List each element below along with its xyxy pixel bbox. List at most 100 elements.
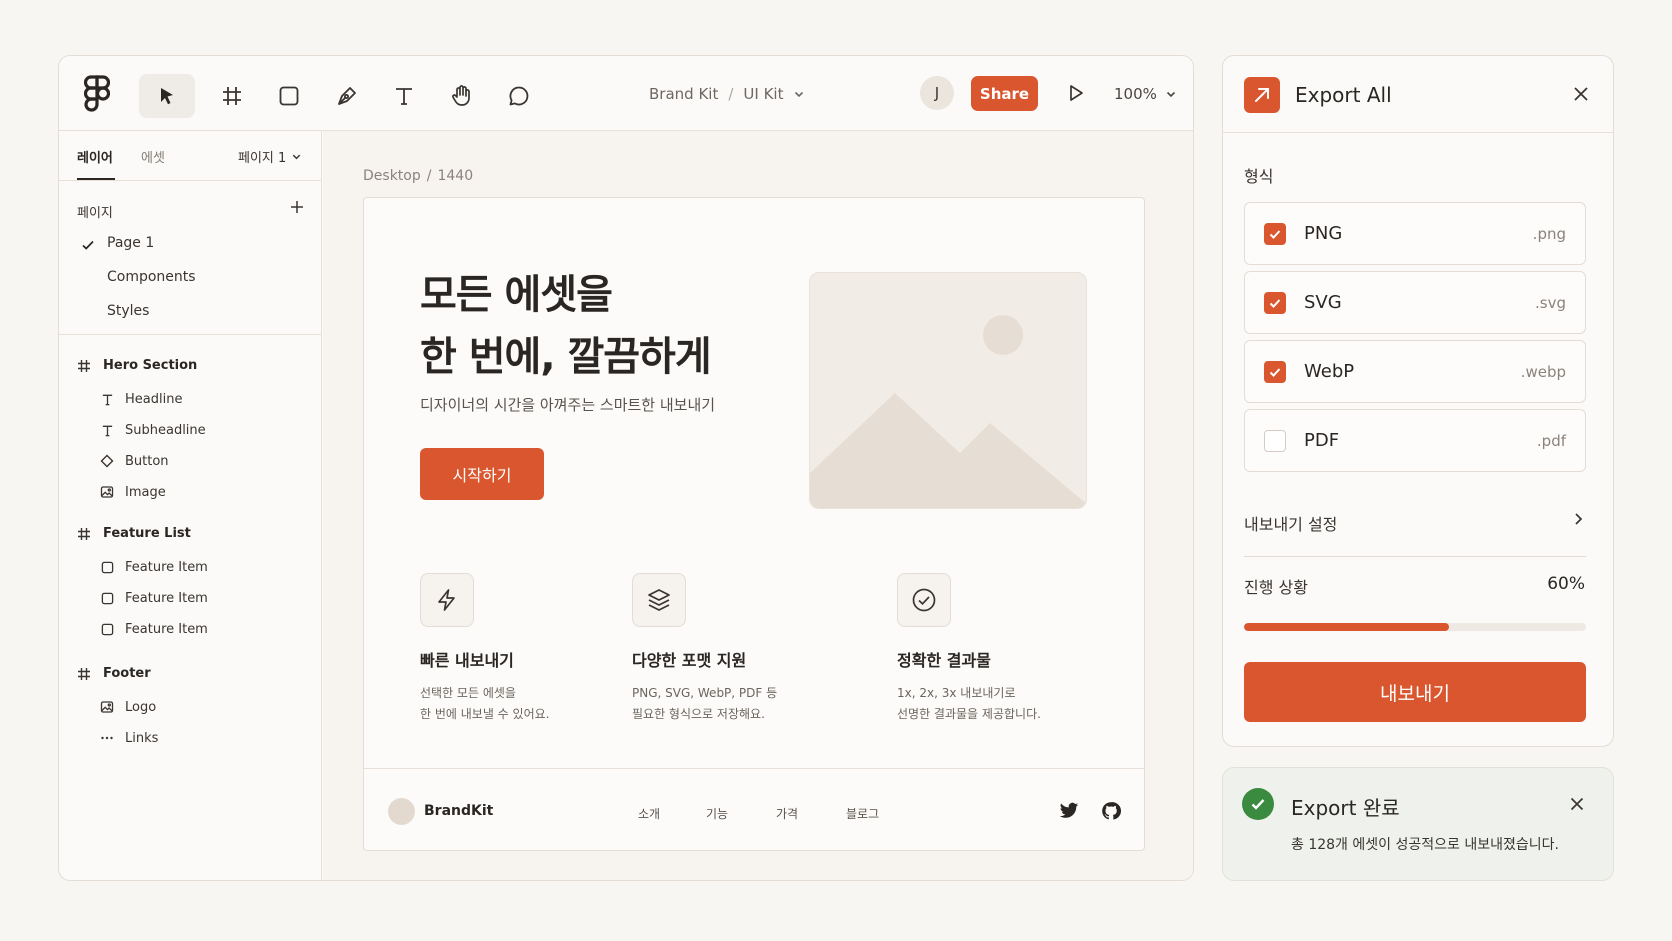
twitter-icon[interactable]	[1059, 802, 1079, 820]
layer-item-label: Feature Item	[125, 621, 208, 637]
checkbox-checked[interactable]	[1264, 292, 1286, 314]
layer-item[interactable]: Feature Item	[99, 559, 208, 575]
text-icon	[99, 422, 115, 438]
breadcrumb-file[interactable]: UI Kit	[743, 85, 783, 103]
feature-description-line: 1x, 2x, 3x 내보내기로	[897, 686, 1016, 700]
format-name: WebP	[1304, 361, 1355, 382]
layer-group-hero-section[interactable]: Hero Section	[77, 358, 197, 373]
frame-icon	[77, 667, 91, 681]
format-option-webp[interactable]: WebP .webp	[1244, 340, 1586, 403]
pages-title: 페이지	[77, 206, 113, 221]
lightning-icon	[420, 573, 474, 627]
text-tool-button[interactable]	[376, 74, 432, 118]
feature-item[interactable]: 정확한 결과물 1x, 2x, 3x 내보내기로 선명한 결과물을 제공합니다.	[897, 573, 1127, 725]
figma-logo-icon[interactable]	[77, 74, 117, 114]
chevron-right-icon	[1570, 511, 1586, 527]
plus-icon[interactable]	[289, 199, 305, 215]
export-settings-row[interactable]: 내보내기 설정	[1244, 511, 1586, 535]
play-icon	[1066, 83, 1086, 103]
layer-item[interactable]: Feature Item	[99, 590, 208, 606]
layer-item-label: Feature Item	[125, 590, 208, 606]
avatar[interactable]: J	[920, 76, 954, 110]
format-option-pdf[interactable]: PDF .pdf	[1244, 409, 1586, 472]
desktop-frame[interactable]: 모든 에셋을 한 번에, 깔끔하게 디자이너의 시간을 아껴주는 스마트한 내보…	[363, 197, 1145, 851]
layer-group-label: Footer	[103, 666, 151, 681]
comment-tool-button[interactable]	[491, 74, 547, 118]
feature-description: 선택한 모든 에셋을 한 번에 내보낼 수 있어요.	[420, 683, 650, 725]
pen-tool-button[interactable]	[319, 74, 375, 118]
frame-icon	[77, 527, 91, 541]
progress-bar-fill	[1244, 623, 1450, 631]
format-option-png[interactable]: PNG .png	[1244, 202, 1586, 265]
canvas[interactable]: Desktop / 1440 모든 에셋을 한 번에, 깔끔하게 디자이너의 시…	[323, 131, 1193, 880]
zoom-dropdown[interactable]: 100%	[1114, 82, 1177, 106]
hand-tool-button[interactable]	[434, 74, 490, 118]
layers-icon	[632, 573, 686, 627]
frame-label-size: 1440	[437, 168, 474, 184]
rectangle-icon	[99, 621, 115, 637]
rectangle-icon	[99, 559, 115, 575]
feature-item[interactable]: 빠른 내보내기 선택한 모든 에셋을 한 번에 내보낼 수 있어요.	[420, 573, 650, 725]
hero-subheadline[interactable]: 디자이너의 시간을 아껴주는 스마트한 내보내기	[420, 394, 715, 415]
layer-item[interactable]: Logo	[99, 699, 156, 715]
layer-item[interactable]: Feature Item	[99, 621, 208, 637]
site-footer[interactable]: BrandKit 소개 기능 가격 블로그	[364, 768, 1144, 850]
checkbox-unchecked[interactable]	[1264, 430, 1286, 452]
close-icon[interactable]	[1571, 84, 1591, 104]
footer-link[interactable]: 소개	[638, 805, 660, 822]
page-item[interactable]: Page 1	[107, 235, 154, 251]
layer-item[interactable]: Headline	[99, 391, 182, 407]
layer-item[interactable]: Button	[99, 453, 169, 469]
layer-item[interactable]: Links	[99, 730, 158, 746]
page-selector[interactable]: 페이지 1	[238, 147, 302, 166]
checkbox-checked[interactable]	[1264, 361, 1286, 383]
checkbox-checked[interactable]	[1264, 223, 1286, 245]
layer-item-label: Button	[125, 453, 169, 469]
github-icon[interactable]	[1101, 801, 1121, 821]
footer-link[interactable]: 블로그	[846, 805, 879, 822]
move-tool-button[interactable]	[139, 74, 195, 118]
hero-headline[interactable]: 모든 에셋을 한 번에, 깔끔하게	[420, 264, 712, 388]
rectangle-tool-button[interactable]	[261, 74, 317, 118]
footer-link[interactable]: 기능	[706, 805, 728, 822]
format-option-svg[interactable]: SVG .svg	[1244, 271, 1586, 334]
rectangle-icon	[99, 590, 115, 606]
layer-group-footer[interactable]: Footer	[77, 666, 151, 681]
close-icon[interactable]	[1568, 795, 1586, 813]
cta-button[interactable]: 시작하기	[420, 448, 544, 500]
rectangle-icon	[277, 84, 301, 108]
feature-title: 정확한 결과물	[897, 651, 991, 670]
page-selector-label: 페이지 1	[238, 151, 287, 166]
page-item[interactable]: Styles	[107, 303, 149, 319]
present-button[interactable]	[1061, 78, 1091, 108]
check-icon	[81, 238, 95, 252]
breadcrumb-project[interactable]: Brand Kit	[649, 85, 718, 103]
tab-assets[interactable]: 에셋	[141, 147, 165, 166]
progress-bar	[1244, 623, 1586, 631]
layer-item[interactable]: Subheadline	[99, 422, 206, 438]
breadcrumb[interactable]: Brand Kit / UI Kit	[649, 82, 805, 106]
share-button[interactable]: Share	[971, 76, 1038, 111]
export-button[interactable]: 내보내기	[1244, 662, 1586, 722]
feature-item[interactable]: 다양한 포맷 지원 PNG, SVG, WebP, PDF 등 필요한 형식으로…	[632, 573, 862, 725]
layer-group-feature-list[interactable]: Feature List	[77, 526, 191, 541]
progress-value: 60%	[1547, 574, 1585, 594]
success-check-icon	[1242, 788, 1274, 820]
frame-label[interactable]: Desktop / 1440	[363, 168, 473, 184]
layer-group-label: Feature List	[103, 526, 191, 541]
tab-layers[interactable]: 레이어	[77, 147, 113, 166]
more-icon	[99, 730, 115, 746]
format-name: PDF	[1304, 430, 1340, 451]
export-header: Export All	[1223, 56, 1613, 133]
layer-item[interactable]: Image	[99, 484, 166, 500]
page-item[interactable]: Components	[107, 269, 196, 285]
toast-message: 총 128개 에셋이 성공적으로 내보내졌습니다.	[1291, 837, 1559, 853]
footer-link[interactable]: 가격	[776, 805, 798, 822]
frame-tool-button[interactable]	[204, 74, 260, 118]
image-icon	[99, 699, 115, 715]
editor-window: Brand Kit / UI Kit J Share 100% 레이어 에셋 페…	[58, 55, 1194, 881]
chevron-down-icon[interactable]	[793, 88, 805, 100]
hero-image-placeholder[interactable]	[809, 272, 1087, 509]
text-icon	[99, 391, 115, 407]
pages-header: 페이지	[77, 199, 305, 221]
